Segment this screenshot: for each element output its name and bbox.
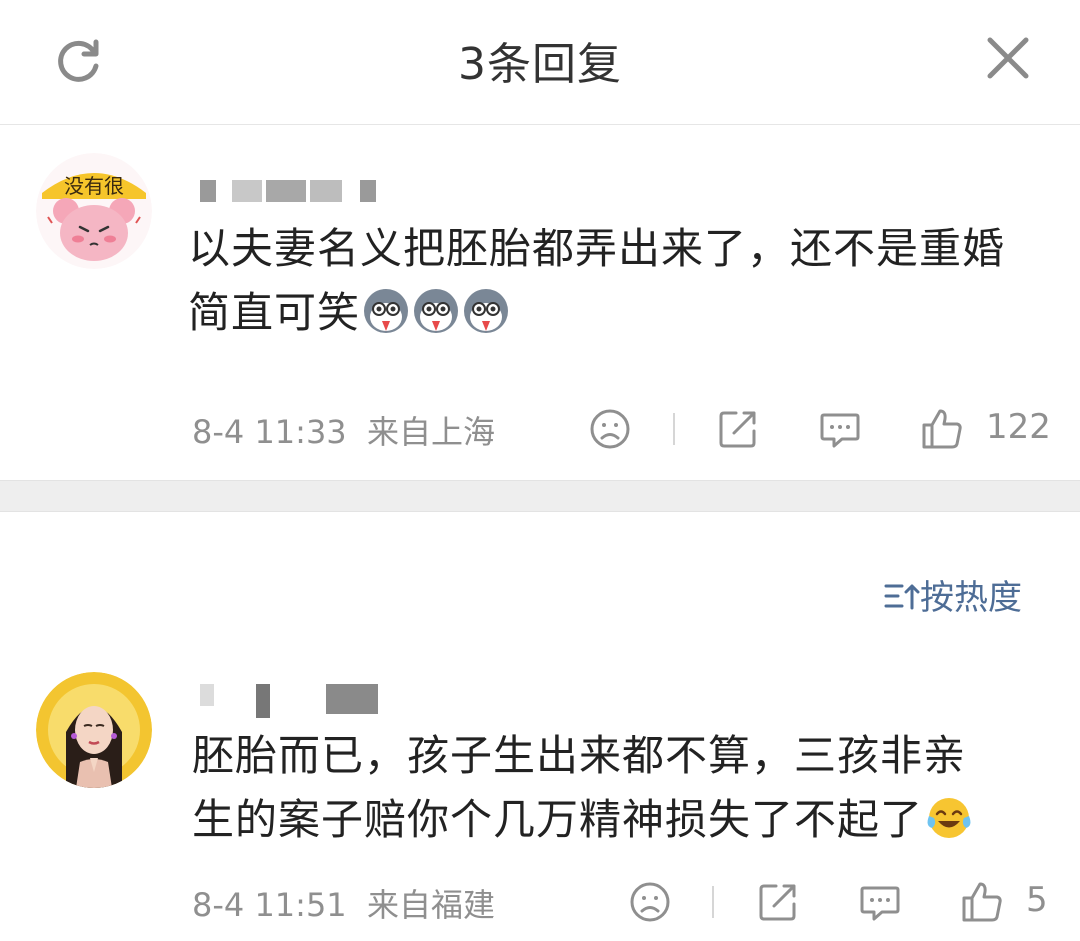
husky-emoji (462, 287, 510, 335)
like-count: 5 (1026, 880, 1048, 920)
share-icon[interactable] (716, 407, 760, 451)
close-icon[interactable] (984, 34, 1032, 82)
reply-line-2: 生的案子赔你个几万精神损失了不起了 (192, 788, 973, 852)
tears-of-joy-emoji (925, 794, 973, 842)
reply-timestamp: 8-4 11:51 来自福建 (192, 880, 495, 926)
reply-item: 胚胎而已，孩子生出来都不算，三孩非亲 生的案子赔你个几万精神损失了不起了 8-4… (0, 660, 1080, 941)
reply-line-1: 胚胎而已，孩子生出来都不算，三孩非亲 (192, 731, 967, 780)
like-count: 122 (986, 407, 1051, 447)
comment-time: 8-4 11:33 (192, 413, 347, 451)
dislike-icon[interactable] (588, 407, 632, 451)
reply-time: 8-4 11:51 (192, 886, 347, 924)
comment-line-2: 简直可笑 (188, 281, 1005, 345)
username-masked[interactable] (200, 684, 380, 718)
comment-meta-row: 8-4 11:33 来自上海 122 (0, 407, 1080, 457)
reply-line-2-text: 生的案子赔你个几万精神损失了不起了 (192, 795, 924, 844)
reply-meta-row: 8-4 11:51 来自福建 5 (0, 880, 1080, 930)
sort-icon (884, 584, 920, 610)
avatar[interactable]: 没有很 (36, 153, 152, 269)
comment-icon[interactable] (818, 407, 862, 451)
action-divider (712, 886, 714, 918)
sort-by-hot-button[interactable]: 按热度 (884, 570, 1022, 618)
page-title: 3条回复 (458, 39, 622, 90)
like-icon[interactable] (920, 407, 964, 451)
avatar[interactable] (36, 672, 152, 788)
action-divider (673, 413, 675, 445)
husky-emoji (412, 287, 460, 335)
reply-text: 胚胎而已，孩子生出来都不算，三孩非亲 生的案子赔你个几万精神损失了不起了 (192, 724, 973, 852)
section-divider (0, 480, 1080, 512)
comment-line-2-text: 简直可笑 (188, 288, 361, 337)
sort-label: 按热度 (920, 578, 1022, 618)
comment-location: 来自上海 (367, 413, 496, 451)
comment-text: 以夫妻名义把胚胎都弄出来了，还不是重婚 简直可笑 (188, 217, 1005, 345)
comment-timestamp: 8-4 11:33 来自上海 (192, 407, 495, 453)
avatar-caption: 没有很 (64, 174, 124, 198)
main-comment: 没有很 以夫妻名义把胚胎都弄出来了，还不是重婚 简直可笑 8-4 11:33 来… (0, 125, 1080, 480)
dislike-icon[interactable] (628, 880, 672, 924)
comment-line-1: 以夫妻名义把胚胎都弄出来了，还不是重婚 (188, 224, 1006, 273)
header-bar: 3条回复 (0, 0, 1080, 125)
reply-location: 来自福建 (367, 886, 496, 924)
comment-replies-page: 3条回复 没有很 以夫妻名义把胚胎都弄出来了，还不是重婚 简直可笑 8-4 11… (0, 0, 1080, 941)
username-masked[interactable] (200, 180, 380, 204)
share-icon[interactable] (756, 880, 800, 924)
comment-icon[interactable] (858, 880, 902, 924)
like-icon[interactable] (960, 880, 1004, 924)
husky-emoji (362, 287, 410, 335)
